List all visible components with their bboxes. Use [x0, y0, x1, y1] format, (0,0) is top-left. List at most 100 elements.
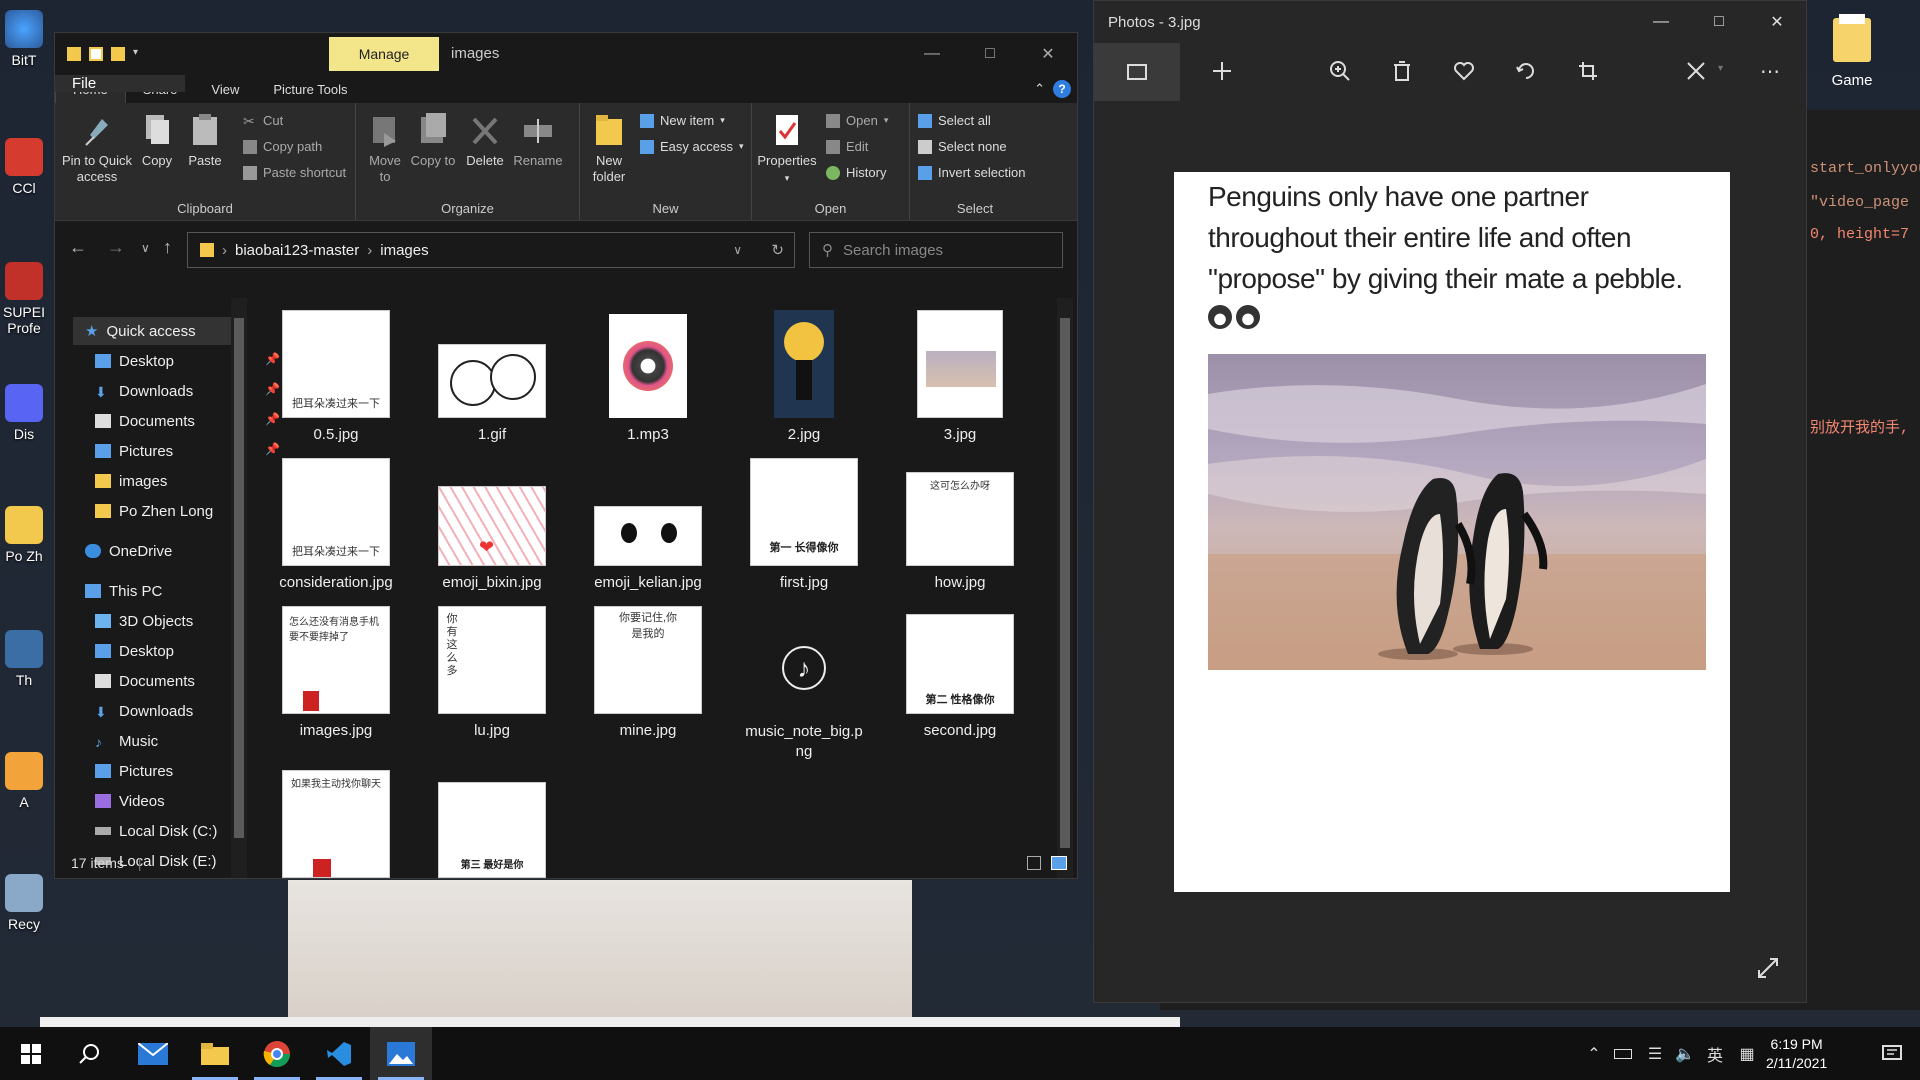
nav-pc-documents[interactable]: Documents	[95, 667, 195, 695]
clock[interactable]: 6:19 PM 2/11/2021	[1766, 1035, 1827, 1073]
taskbar-chrome[interactable]	[246, 1027, 308, 1080]
nav-scrollbar[interactable]	[231, 298, 247, 878]
file-item[interactable]: ❤ emoji_bixin.jpg	[427, 458, 557, 591]
move-to-button[interactable]: Move to	[362, 113, 408, 185]
delete-button[interactable]: Delete	[462, 113, 508, 169]
nav-quick-access[interactable]: ★ Quick access	[73, 317, 243, 345]
input-mode-icon[interactable]: ▦	[1732, 1027, 1762, 1080]
copy-path-button[interactable]: Copy path	[243, 139, 322, 154]
history-button[interactable]: History	[826, 165, 886, 180]
taskbar-mail[interactable]	[122, 1027, 184, 1080]
full-screen-button[interactable]	[1756, 956, 1780, 980]
desktop-icon[interactable]: SUPEI Profe	[0, 262, 48, 336]
file-item[interactable]: 第一 长得像你 first.jpg	[739, 458, 869, 591]
taskbar-photos[interactable]	[370, 1027, 432, 1080]
edit-create-button[interactable]	[1682, 57, 1710, 85]
nav-pc-desktop[interactable]: Desktop	[95, 637, 174, 665]
cut-button[interactable]: ✂ Cut	[243, 113, 283, 128]
delete-button[interactable]	[1388, 57, 1416, 85]
nav-3d-objects[interactable]: 3D Objects	[95, 607, 193, 635]
back-button[interactable]: ←	[69, 237, 87, 258]
nav-po-zhen-long[interactable]: Po Zhen Long	[95, 497, 213, 525]
minimize-button[interactable]: —	[1632, 1, 1690, 43]
nav-pictures[interactable]: Pictures	[95, 437, 173, 465]
select-all-button[interactable]: Select all	[918, 113, 991, 128]
recent-locations-button[interactable]: ∨	[141, 241, 150, 255]
file-item[interactable]: 2.jpg	[739, 310, 869, 443]
desktop-icon-game[interactable]: Game	[1816, 12, 1888, 89]
breadcrumb-item[interactable]: biaobai123-master	[235, 242, 359, 259]
open-button[interactable]: Open ▾	[826, 113, 888, 128]
select-none-button[interactable]: Select none	[918, 139, 1007, 154]
collapse-ribbon-icon[interactable]: ⌃	[1034, 81, 1045, 97]
crop-button[interactable]	[1574, 57, 1602, 85]
network-icon[interactable]: ☰	[1640, 1027, 1670, 1080]
address-box[interactable]: › biaobai123-master › images ∨ ↻	[187, 232, 795, 268]
tab-view[interactable]: View	[194, 75, 256, 103]
new-folder-icon[interactable]	[111, 47, 125, 61]
file-item[interactable]: 1.mp3	[583, 310, 713, 443]
paste-button[interactable]: Paste	[183, 113, 227, 169]
file-item[interactable]: 你有这么多 lu.jpg	[427, 606, 557, 739]
rename-button[interactable]: Rename	[510, 113, 566, 169]
nav-videos[interactable]: Videos	[95, 787, 165, 815]
nav-music[interactable]: ♪ Music	[95, 727, 158, 755]
copy-to-button[interactable]: Copy to	[410, 113, 456, 169]
nav-this-pc[interactable]: This PC	[85, 577, 162, 605]
nav-pc-pictures[interactable]: Pictures	[95, 757, 173, 785]
properties-button[interactable]: Properties ▾	[754, 113, 820, 186]
taskbar-vscode[interactable]	[308, 1027, 370, 1080]
new-item-button[interactable]: New item ▾	[640, 113, 725, 128]
zoom-button[interactable]	[1326, 57, 1354, 85]
help-icon[interactable]: ?	[1053, 80, 1071, 98]
paste-shortcut-button[interactable]: Paste shortcut	[243, 165, 346, 180]
favorite-button[interactable]	[1450, 57, 1478, 85]
copy-button[interactable]: Copy	[137, 113, 177, 169]
desktop-icon[interactable]: CCl	[0, 138, 48, 196]
maximize-button[interactable]: □	[1690, 1, 1748, 43]
file-item[interactable]: 第二 性格像你 second.jpg	[895, 606, 1025, 739]
customize-qat-icon[interactable]: ▾	[133, 47, 143, 61]
notifications-button[interactable]	[1872, 1027, 1912, 1080]
tab-picture-tools[interactable]: Picture Tools	[256, 75, 364, 103]
file-item[interactable]: 把耳朵凑过来一下 0.5.jpg	[271, 310, 401, 443]
rotate-button[interactable]	[1512, 57, 1540, 85]
more-options-button[interactable]: ⋯	[1756, 57, 1784, 85]
nav-local-disk-c[interactable]: Local Disk (C:)	[95, 817, 217, 845]
scrollbar-thumb[interactable]	[234, 318, 244, 838]
file-item[interactable]: 把耳朵凑过来一下 consideration.jpg	[271, 458, 401, 591]
desktop-icon[interactable]: Th	[0, 630, 48, 688]
search-button[interactable]	[58, 1027, 120, 1080]
up-button[interactable]: ↑	[163, 237, 172, 258]
battery-icon[interactable]	[1608, 1027, 1638, 1080]
file-item[interactable]: ♪ music_note_big.png	[739, 606, 869, 762]
file-item[interactable]: 怎么还没有消息手机要不要摔掉了 images.jpg	[271, 606, 401, 739]
nav-images[interactable]: images	[95, 467, 167, 495]
close-button[interactable]: ✕	[1019, 33, 1077, 75]
show-hidden-icons-button[interactable]: ⌃	[1582, 1027, 1606, 1080]
scrollbar-thumb[interactable]	[1060, 318, 1070, 848]
breadcrumb-item[interactable]: images	[380, 242, 428, 259]
large-icons-view-icon[interactable]	[1051, 856, 1067, 870]
edit-button[interactable]: Edit	[826, 139, 868, 154]
forward-button[interactable]: →	[107, 237, 125, 258]
desktop-icon[interactable]: Po Zh	[0, 506, 48, 564]
desktop-icon[interactable]: Dis	[0, 384, 48, 442]
tab-file[interactable]: File	[55, 75, 185, 92]
chevron-down-icon[interactable]: ∨	[733, 243, 742, 257]
details-view-icon[interactable]	[1027, 856, 1041, 870]
pin-to-quick-access-button[interactable]: Pin to Quick access	[59, 113, 135, 185]
maximize-button[interactable]: □	[961, 33, 1019, 75]
file-item[interactable]: 这可怎么办呀 how.jpg	[895, 458, 1025, 591]
nav-onedrive[interactable]: OneDrive	[85, 537, 172, 565]
file-item[interactable]: 1.gif	[427, 310, 557, 443]
add-to-button[interactable]	[1208, 57, 1236, 85]
see-all-photos-button[interactable]	[1094, 43, 1180, 101]
file-item[interactable]: emoji_kelian.jpg	[583, 458, 713, 591]
new-folder-button[interactable]: New folder	[584, 113, 634, 185]
desktop-icon[interactable]: Recy	[0, 874, 48, 932]
refresh-icon[interactable]: ↻	[771, 241, 784, 259]
desktop-icon[interactable]: A	[0, 752, 48, 810]
invert-selection-button[interactable]: Invert selection	[918, 165, 1025, 180]
desktop-icon[interactable]: BitT	[0, 10, 48, 68]
